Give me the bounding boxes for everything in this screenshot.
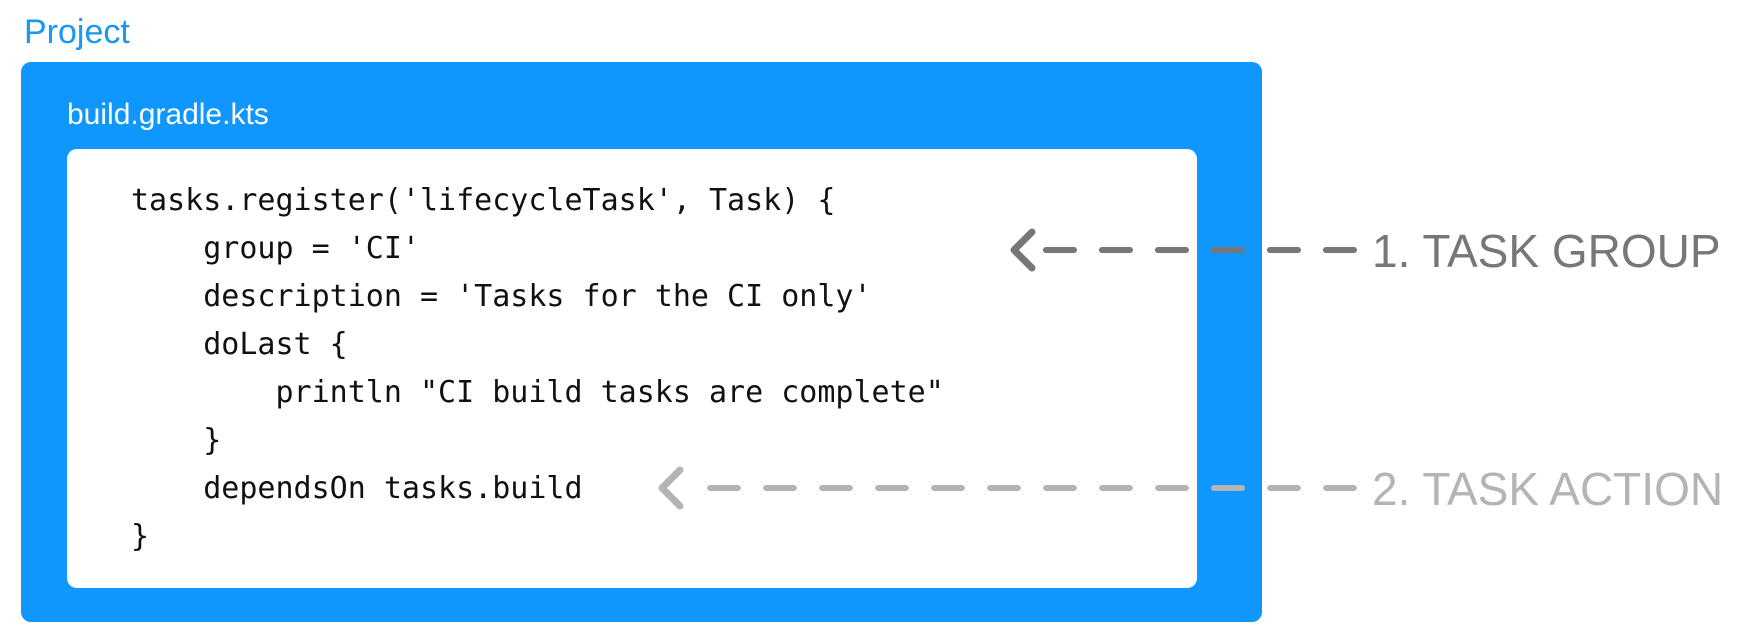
callout-task-group: 1. TASK GROUP [1372,225,1721,277]
callout-arrows [658,228,1357,510]
callout-task-action: 2. TASK ACTION [1372,463,1724,515]
task-group-arrow [1010,228,1357,272]
task-group-arrow-head [1010,228,1036,272]
task-action-arrow-head [658,466,684,510]
task-action-arrow [658,466,1357,510]
